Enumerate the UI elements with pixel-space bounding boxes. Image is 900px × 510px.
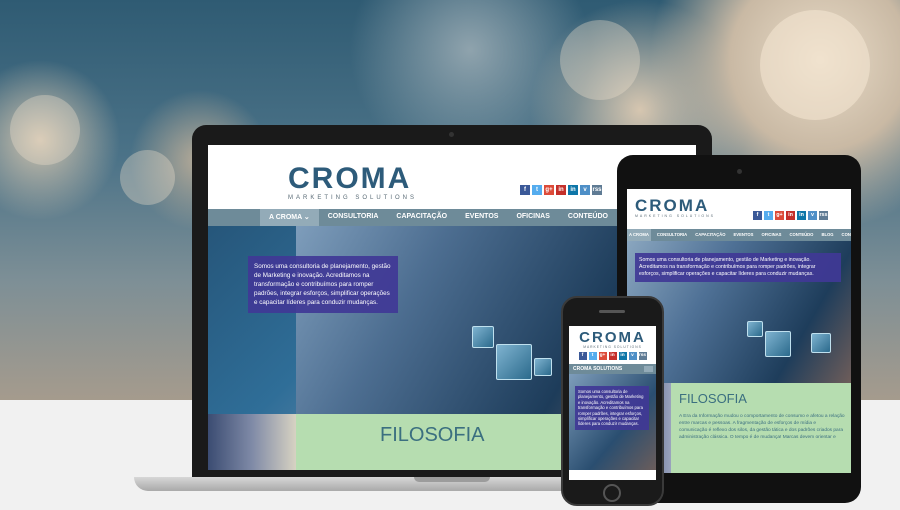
- social-icon[interactable]: rss: [592, 185, 602, 195]
- social-icon[interactable]: v: [580, 185, 590, 195]
- phone-screen: CROMA MARKETING SOLUTIONS f t g+ in in v rss C…: [569, 326, 656, 480]
- rubik-cube-image: [765, 331, 791, 357]
- social-icon[interactable]: t: [764, 211, 773, 220]
- social-icon[interactable]: f: [520, 185, 530, 195]
- bokeh-light: [120, 150, 175, 205]
- social-icon[interactable]: in: [568, 185, 578, 195]
- nav-item[interactable]: BLOG: [819, 229, 835, 241]
- nav-item[interactable]: EVENTOS: [456, 209, 507, 226]
- bokeh-light: [10, 95, 80, 165]
- social-icon[interactable]: f: [578, 352, 587, 360]
- rubik-cube-image: [811, 333, 831, 353]
- nav-item[interactable]: CONTEÚDO: [559, 209, 617, 226]
- social-icon[interactable]: g+: [598, 352, 607, 360]
- logo-tagline: MARKETING SOLUTIONS: [635, 214, 716, 218]
- social-icon[interactable]: f: [753, 211, 762, 220]
- nav-item[interactable]: OFICINAS: [759, 229, 783, 241]
- nav-item[interactable]: CAPACITAÇÃO: [693, 229, 727, 241]
- social-icon[interactable]: g+: [775, 211, 784, 220]
- nav-item[interactable]: CONSULTORIA: [655, 229, 689, 241]
- social-icon[interactable]: v: [808, 211, 817, 220]
- social-icon[interactable]: in: [618, 352, 627, 360]
- hero-banner: Somos uma consultoria de planejamento, g…: [569, 374, 656, 470]
- filosofia-heading: FILOSOFIA: [679, 391, 747, 406]
- laptop-camera: [449, 132, 454, 137]
- phone-header: CROMA MARKETING SOLUTIONS f t g+ in in v rss: [569, 326, 656, 360]
- nav-item[interactable]: OFICINAS: [507, 209, 558, 226]
- social-icon[interactable]: t: [532, 185, 542, 195]
- croma-logo[interactable]: CROMA: [635, 197, 715, 214]
- bokeh-light: [560, 20, 640, 100]
- nav-item[interactable]: CONTEÚDO: [787, 229, 815, 241]
- rubik-cube-image: [496, 344, 532, 380]
- social-icon[interactable]: in: [786, 211, 795, 220]
- nav-item[interactable]: EVENTOS: [732, 229, 756, 241]
- nav-item[interactable]: CAPACITAÇÃO: [387, 209, 456, 226]
- tablet-header: CROMA MARKETING SOLUTIONS f t g+ in in v rss: [627, 189, 851, 229]
- logo-tagline: MARKETING SOLUTIONS: [288, 195, 418, 201]
- mobile-menu-bar[interactable]: CROMA SOLUTIONS: [569, 364, 656, 374]
- tablet-camera: [737, 169, 742, 174]
- intro-box: Somos uma consultoria de planejamento, g…: [575, 386, 649, 430]
- nav-item[interactable]: A CROMA: [627, 229, 651, 241]
- phone-speaker: [599, 310, 625, 313]
- social-icon[interactable]: t: [588, 352, 597, 360]
- nav-item[interactable]: CONSULTORIA: [319, 209, 388, 226]
- bokeh-light: [760, 10, 870, 120]
- office-photo: [208, 414, 296, 470]
- intro-box: Somos uma consultoria de planejamento, g…: [248, 256, 398, 313]
- intro-box: Somos uma consultoria de planejamento, g…: [635, 253, 841, 282]
- croma-logo[interactable]: CROMA: [288, 164, 417, 194]
- home-button[interactable]: [603, 484, 621, 502]
- rubik-cube-image: [472, 326, 494, 348]
- laptop-notch: [414, 477, 490, 482]
- social-icon[interactable]: v: [628, 352, 637, 360]
- main-nav: A CROMA CONSULTORIA CAPACITAÇÃO EVENTOS OFIC…: [627, 229, 851, 241]
- rubik-cube-image: [747, 321, 763, 337]
- social-icons: f t g+ in in v rss: [569, 352, 656, 360]
- croma-logo[interactable]: CROMA: [569, 330, 656, 345]
- social-icon[interactable]: g+: [544, 185, 554, 195]
- social-icon[interactable]: in: [556, 185, 566, 195]
- nav-item[interactable]: A CROMA ⌄: [260, 209, 319, 226]
- phone-device: CROMA MARKETING SOLUTIONS f t g+ in in v rss C…: [561, 296, 664, 506]
- social-icon[interactable]: in: [608, 352, 617, 360]
- hamburger-icon[interactable]: [644, 366, 653, 372]
- nav-item[interactable]: CONTATO: [840, 229, 851, 241]
- mobile-menu-label: CROMA SOLUTIONS: [573, 366, 623, 372]
- social-icons: f t g+ in in v rss: [753, 211, 828, 220]
- social-icon[interactable]: rss: [819, 211, 828, 220]
- social-icon[interactable]: rss: [638, 352, 647, 360]
- rubik-cube-image: [534, 358, 552, 376]
- social-icons: f t g+ in in v rss: [520, 185, 602, 195]
- filosofia-text: A Era da Informação mudou o comportament…: [679, 414, 845, 440]
- social-icon[interactable]: in: [797, 211, 806, 220]
